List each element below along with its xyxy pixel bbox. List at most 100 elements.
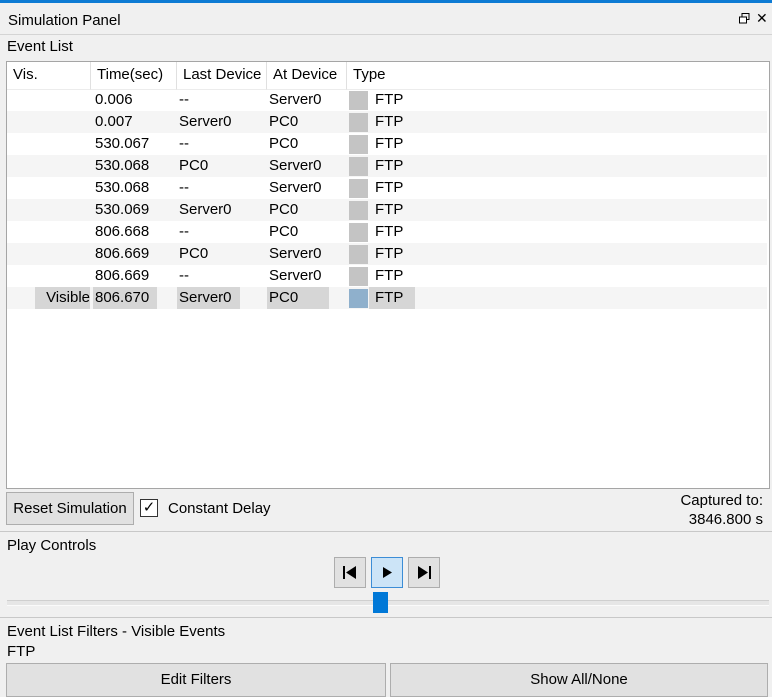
captured-to-label: Captured to: [680,492,763,509]
cell-time: 530.069 [95,201,150,218]
event-color-swatch [349,113,368,132]
cell-at-device: PC0 [267,287,329,309]
edit-filters-button[interactable]: Edit Filters [6,663,386,697]
event-color-swatch [349,201,368,220]
column-header-last-device[interactable]: Last Device [177,62,267,90]
cell-vis [35,221,90,243]
section-divider [0,531,772,532]
cell-last-device: PC0 [179,157,209,174]
cell-time: 530.068 [95,157,150,174]
cell-vis [35,265,90,287]
cell-type: FTP [375,267,404,284]
cell-time: 806.668 [95,223,150,240]
cell-vis [35,155,90,177]
show-all-none-button[interactable]: Show All/None [390,663,768,697]
undock-icon[interactable] [739,13,750,27]
table-row[interactable]: 530.069 Server0 PC0 FTP [7,199,767,221]
cell-type: FTP [375,223,404,240]
event-color-swatch [349,179,368,198]
forward-step-icon [418,566,431,579]
play-controls-label: Play Controls [7,537,97,554]
cell-time: 0.006 [95,91,133,108]
back-step-button[interactable] [334,557,366,588]
event-color-swatch [349,135,368,154]
cell-vis [35,243,90,265]
column-header-type[interactable]: Type [347,62,767,90]
cell-last-device: -- [179,267,189,284]
table-row[interactable]: 0.007 Server0 PC0 FTP [7,111,767,133]
playback-slider-thumb[interactable] [373,592,388,613]
cell-vis [35,111,90,133]
reset-simulation-button[interactable]: Reset Simulation [6,492,134,525]
cell-at-device: Server0 [269,267,322,284]
event-color-swatch [349,223,368,242]
cell-type: FTP [375,245,404,262]
cell-last-device: PC0 [179,245,209,262]
cell-last-device: -- [179,91,189,108]
table-row[interactable]: 0.006 -- Server0 FTP [7,89,767,111]
cell-vis [35,177,90,199]
checkmark-icon: ✓ [142,499,156,516]
captured-to-value: 3846.800 s [688,511,763,528]
cell-at-device: Server0 [269,91,322,108]
event-color-swatch [349,91,368,110]
cell-type: FTP [375,157,404,174]
column-header-time[interactable]: Time(sec) [91,62,177,90]
cell-time: 530.067 [95,135,150,152]
table-row[interactable]: Visible 806.670 Server0 PC0 FTP [7,287,767,309]
event-list-table: Vis. Time(sec) Last Device At Device Typ… [6,61,770,489]
cell-last-device: Server0 [177,287,240,309]
cell-type: FTP [375,113,404,130]
play-button[interactable] [371,557,403,588]
play-icon [383,567,392,578]
event-color-swatch [349,267,368,286]
table-row[interactable]: 806.669 -- Server0 FTP [7,265,767,287]
cell-time: 0.007 [95,113,133,130]
cell-last-device: Server0 [179,113,232,130]
table-row[interactable]: 530.067 -- PC0 FTP [7,133,767,155]
forward-step-button[interactable] [408,557,440,588]
cell-at-device: Server0 [269,179,322,196]
column-header-vis[interactable]: Vis. [7,62,91,90]
table-row[interactable]: 530.068 -- Server0 FTP [7,177,767,199]
cell-vis: Visible [35,287,90,309]
table-row[interactable]: 530.068 PC0 Server0 FTP [7,155,767,177]
cell-time: 806.669 [95,267,150,284]
cell-last-device: Server0 [179,201,232,218]
cell-type: FTP [375,91,404,108]
cell-vis [35,199,90,221]
cell-at-device: Server0 [269,245,322,262]
column-header-at-device[interactable]: At Device [267,62,347,90]
filters-value: FTP [7,643,36,660]
cell-at-device: PC0 [269,223,299,240]
table-row[interactable]: 806.668 -- PC0 FTP [7,221,767,243]
cell-vis [35,89,90,111]
event-color-swatch [349,289,368,308]
event-color-swatch [349,245,368,264]
cell-type: FTP [375,135,404,152]
back-step-icon [343,566,356,579]
event-color-swatch [349,157,368,176]
cell-at-device: PC0 [269,135,299,152]
panel-title-bar: Simulation Panel ✕ [0,3,772,35]
cell-last-device: -- [179,223,189,240]
cell-type: FTP [375,179,404,196]
table-row[interactable]: 806.669 PC0 Server0 FTP [7,243,767,265]
cell-at-device: Server0 [269,157,322,174]
cell-vis [35,133,90,155]
cell-last-device: -- [179,135,189,152]
event-list-label: Event List [7,38,73,55]
cell-time: 806.669 [95,245,150,262]
constant-delay-checkbox[interactable]: ✓ [140,499,158,517]
filters-label: Event List Filters - Visible Events [7,623,226,640]
cell-last-device: -- [179,179,189,196]
constant-delay-label: Constant Delay [168,500,271,517]
cell-at-device: PC0 [269,113,299,130]
cell-type: FTP [369,287,415,309]
cell-time: 530.068 [95,179,150,196]
section-divider [0,617,772,618]
cell-time: 806.670 [93,287,157,309]
cell-type: FTP [375,201,404,218]
close-icon[interactable]: ✕ [756,11,768,25]
playback-slider-track[interactable] [7,600,769,606]
